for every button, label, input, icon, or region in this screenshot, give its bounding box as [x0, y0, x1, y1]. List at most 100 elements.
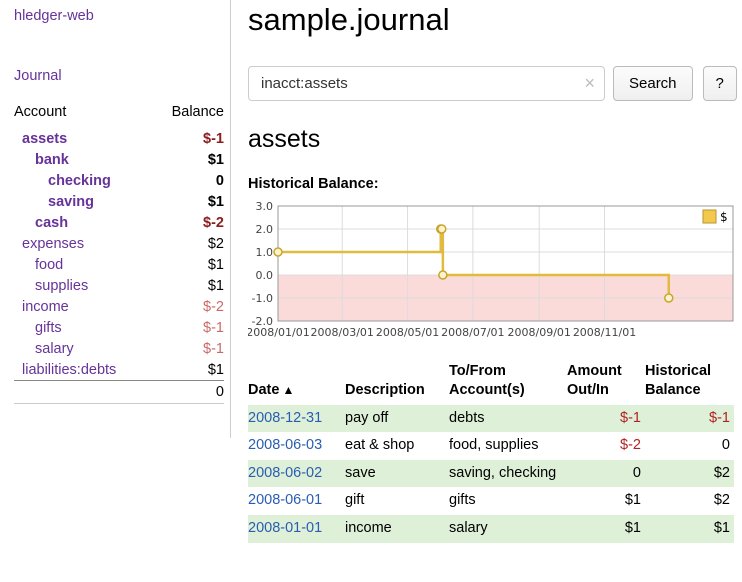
balance-chart: 3.02.01.00.0-1.0-2.02008/01/012008/03/01…: [248, 198, 740, 340]
accounts-table-body: assets$-1bank$1checking0saving$1cash$-2e…: [14, 128, 224, 381]
register-table-body: 2008-12-31pay offdebts$-1$-12008-06-03ea…: [248, 405, 734, 543]
svg-text:2008/09/01: 2008/09/01: [508, 326, 571, 339]
account-row: gifts $-1: [14, 317, 224, 338]
journal-link[interactable]: Journal: [14, 68, 62, 84]
data-point-marker: [439, 271, 447, 279]
transaction-description: pay off: [345, 405, 449, 433]
transaction-amount: 0: [567, 460, 645, 488]
account-link[interactable]: checking: [14, 173, 111, 189]
search-form: × Search ?: [248, 66, 740, 101]
svg-text:-1.0: -1.0: [252, 292, 273, 305]
account-balance: $1: [153, 275, 224, 296]
register-header-description: Description: [345, 360, 449, 405]
transaction-balance: $2: [645, 487, 734, 515]
account-balance: $1: [153, 254, 224, 275]
account-row: cash $-2: [14, 212, 224, 233]
accounts-total-value: 0: [14, 381, 224, 404]
account-row: food $1: [14, 254, 224, 275]
help-button[interactable]: ?: [703, 66, 737, 101]
svg-text:2008/01/01: 2008/01/01: [248, 326, 310, 339]
svg-text:2008/03/01: 2008/03/01: [311, 326, 374, 339]
transaction-balance: $2: [645, 460, 734, 488]
account-link[interactable]: gifts: [14, 320, 62, 336]
account-link[interactable]: assets: [14, 131, 67, 147]
main-content: sample.journal × Search ? assets Histori…: [231, 0, 742, 543]
account-heading: assets: [248, 125, 740, 154]
account-link[interactable]: liabilities:debts: [14, 362, 116, 378]
account-link[interactable]: bank: [14, 152, 69, 168]
account-balance: $-1: [153, 317, 224, 338]
data-point-marker: [274, 248, 282, 256]
account-balance: $-1: [153, 128, 224, 149]
account-balance: $-2: [153, 296, 224, 317]
transaction-amount: $1: [567, 515, 645, 543]
accounts-header-balance: Balance: [153, 102, 224, 128]
historical-balance-chart: 3.02.01.00.0-1.0-2.02008/01/012008/03/01…: [248, 198, 740, 344]
account-link[interactable]: supplies: [14, 278, 88, 294]
register-table: Date▲ Description To/From Account(s) Amo…: [248, 360, 734, 543]
svg-text:2008/11/01: 2008/11/01: [573, 326, 636, 339]
transaction-row: 2008-06-03eat & shopfood, supplies$-20: [248, 432, 734, 460]
transaction-accounts: debts: [449, 405, 567, 433]
legend-label: $: [720, 210, 728, 224]
account-row: saving$1: [14, 191, 224, 212]
transaction-row: 2008-12-31pay offdebts$-1$-1: [248, 405, 734, 433]
account-balance: 0: [153, 170, 224, 191]
transaction-row: 2008-01-01incomesalary$1$1: [248, 515, 734, 543]
svg-text:2.0: 2.0: [256, 223, 274, 236]
account-link[interactable]: cash: [14, 215, 68, 231]
accounts-total-row: 0: [14, 381, 224, 404]
transaction-date-link[interactable]: 2008-06-03: [248, 437, 322, 453]
transaction-balance: $-1: [645, 405, 734, 433]
data-point-marker: [665, 294, 673, 302]
search-input[interactable]: [248, 66, 605, 101]
search-button[interactable]: Search: [613, 66, 693, 101]
account-balance: $-2: [153, 212, 224, 233]
register-header-row: Date▲ Description To/From Account(s) Amo…: [248, 360, 734, 405]
sort-asc-icon: ▲: [282, 383, 294, 397]
accounts-table: Account Balance assets$-1bank$1checking0…: [14, 102, 224, 404]
transaction-date-link[interactable]: 2008-01-01: [248, 520, 322, 536]
account-link[interactable]: income: [14, 299, 69, 315]
transaction-date-link[interactable]: 2008-06-01: [248, 492, 322, 508]
transaction-amount: $-2: [567, 432, 645, 460]
transaction-date-cell: 2008-01-01: [248, 515, 345, 543]
transaction-date-link[interactable]: 2008-12-31: [248, 410, 322, 426]
page-title: sample.journal: [248, 2, 740, 38]
account-balance: $1: [153, 359, 224, 381]
account-row: salary $-1: [14, 338, 224, 359]
register-header-amount: Amount Out/In: [567, 360, 645, 405]
account-link[interactable]: saving: [14, 194, 94, 210]
svg-text:1.0: 1.0: [256, 246, 274, 259]
legend-swatch: [703, 210, 716, 223]
transaction-amount: $-1: [567, 405, 645, 433]
account-row: liabilities:debts $1: [14, 359, 224, 381]
account-row: checking 0: [14, 170, 224, 191]
chart-heading: Historical Balance:: [248, 176, 740, 192]
account-link[interactable]: expenses: [14, 236, 84, 252]
account-row: supplies $1: [14, 275, 224, 296]
app-title-link[interactable]: hledger-web: [14, 8, 94, 24]
register-header-accounts: To/From Account(s): [449, 360, 567, 405]
transaction-accounts: salary: [449, 515, 567, 543]
transaction-row: 2008-06-01giftgifts$1$2: [248, 487, 734, 515]
register-header-date[interactable]: Date▲: [248, 360, 345, 405]
sidebar: hledger-web Journal Account Balance asse…: [0, 0, 231, 438]
transaction-description: gift: [345, 487, 449, 515]
svg-text:2008/05/01: 2008/05/01: [376, 326, 439, 339]
account-row: income $-2: [14, 296, 224, 317]
data-point-marker: [438, 225, 446, 233]
account-balance: $2: [153, 233, 224, 254]
account-link[interactable]: salary: [14, 341, 74, 357]
register-header-balance: Historical Balance: [645, 360, 734, 405]
transaction-date-cell: 2008-12-31: [248, 405, 345, 433]
svg-text:3.0: 3.0: [256, 200, 274, 213]
transaction-accounts: gifts: [449, 487, 567, 515]
transaction-description: save: [345, 460, 449, 488]
transaction-description: eat & shop: [345, 432, 449, 460]
transaction-date-link[interactable]: 2008-06-02: [248, 465, 322, 481]
transaction-balance: $1: [645, 515, 734, 543]
account-link[interactable]: food: [14, 257, 63, 273]
account-balance: $-1: [153, 338, 224, 359]
clear-search-icon[interactable]: ×: [584, 72, 595, 94]
